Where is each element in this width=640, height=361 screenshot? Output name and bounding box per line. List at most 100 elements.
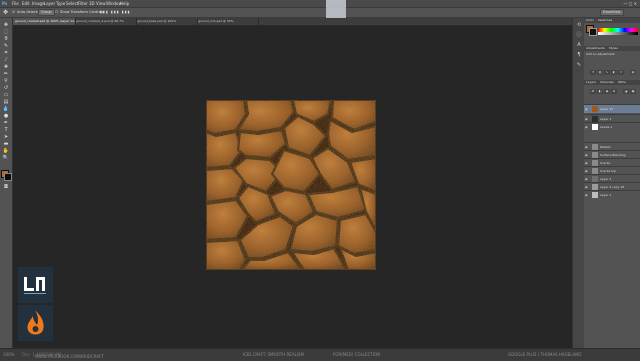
adjustments-title: Add an adjustment <box>586 52 615 56</box>
auto-select-dropdown[interactable]: Group <box>38 9 55 16</box>
character-panel-icon[interactable]: A <box>575 42 583 48</box>
hover-highlight <box>326 0 346 18</box>
color-balance-icon[interactable]: ⚖ <box>590 89 596 94</box>
layer-name: Layer 1 <box>600 193 612 197</box>
ps-logo-icon[interactable]: Ps <box>2 0 7 7</box>
menu-help[interactable]: Help <box>120 0 129 7</box>
auto-select-label: Auto-Select: <box>17 10 39 14</box>
menu-layer[interactable]: Layer <box>44 0 55 7</box>
color-panel-tabs: Color Swatches <box>584 18 640 23</box>
marquee-tool-icon[interactable]: ⬚ <box>2 29 10 35</box>
eyedropper-icon[interactable]: ⁄ <box>2 57 10 63</box>
menu-edit[interactable]: Edit <box>22 0 30 7</box>
flame-logo <box>18 305 53 341</box>
background-color-swatch[interactable] <box>4 173 12 181</box>
options-bar: ✥ ☑ Auto-Select: Group ☐ Show Transform … <box>0 8 640 18</box>
menu-type[interactable]: Type <box>56 0 65 7</box>
visibility-eye-icon[interactable]: ◉ <box>585 123 588 131</box>
move-tool-icon[interactable]: ✥ <box>3 9 8 16</box>
curves-icon[interactable]: ∿ <box>604 70 610 75</box>
channel-logo-icon <box>24 277 46 294</box>
layer-row[interactable]: ◉ Layer 1 <box>584 190 640 199</box>
brush-tool-icon[interactable]: ✏ <box>2 71 10 77</box>
shape-tool-icon[interactable]: ▬ <box>2 141 10 147</box>
brush-panel-icon[interactable]: ✎ <box>575 62 583 68</box>
tab-swatches[interactable]: Swatches <box>596 18 614 23</box>
healing-brush-icon[interactable]: ✚ <box>2 64 10 70</box>
layer-mask-thumbnail <box>592 124 598 130</box>
zoom-tool-icon[interactable]: 🔍 <box>2 155 10 161</box>
workspace-switcher[interactable]: Essentials <box>600 9 624 16</box>
properties-panel-icon[interactable]: ⓘ <box>575 32 583 38</box>
layers-panel-tabs: Layers Channels Paths <box>584 80 640 85</box>
status-bar: 100% Doc: 1.46M/196.8M WWW.FACEBOOK.COM/… <box>0 348 640 361</box>
layer-thumbnail <box>592 192 598 198</box>
tab-color[interactable]: Color <box>584 18 596 23</box>
tab-adjustments[interactable]: Adjustments <box>584 46 607 51</box>
eraser-tool-icon[interactable]: ▭ <box>2 92 10 98</box>
levels-icon[interactable]: ▥ <box>597 70 603 75</box>
align-buttons[interactable]: ▮▮▮ ▮▮▮ ▮▮▮ <box>100 9 131 16</box>
document-tab-bar: ground_cracked.psd @ 100% (Layer 12, RGB… <box>12 18 572 26</box>
tab-styles[interactable]: Styles <box>607 46 620 51</box>
menu-file[interactable]: File <box>12 0 19 7</box>
window-controls[interactable]: — ▢ ✕ <box>623 1 637 6</box>
document-canvas[interactable] <box>206 100 376 270</box>
vibrance-icon[interactable]: ▽ <box>618 70 624 75</box>
document-tab[interactable]: ground_base.psd @ 100% <box>134 18 198 25</box>
quick-mask-icon[interactable]: ◘ <box>2 184 10 190</box>
photo-filter-icon[interactable]: ◉ <box>604 89 610 94</box>
move-tool-icon[interactable]: ✥ <box>2 22 10 28</box>
gradient-tool-icon[interactable]: ▤ <box>2 99 10 105</box>
menu-3d[interactable]: 3D <box>89 0 95 7</box>
zoom-level[interactable]: 100% <box>3 349 14 361</box>
document-tab[interactable]: ground_mix.psd @ 50% <box>195 18 259 25</box>
history-brush-icon[interactable]: ↺ <box>2 85 10 91</box>
gray-ramp-bar[interactable] <box>598 32 638 35</box>
invert-icon[interactable]: ◪ <box>623 89 630 94</box>
document-tab-active[interactable]: ground_cracked.psd @ 100% (Layer 12, RGB… <box>12 18 76 25</box>
dodge-tool-icon[interactable]: ● <box>2 113 10 119</box>
show-transform-checkbox[interactable]: ☐ <box>55 9 58 16</box>
document-tab[interactable]: ground_cracked_2.psd @ 66.7% <box>73 18 137 25</box>
hand-tool-icon[interactable]: ✋ <box>2 148 10 154</box>
menu-select[interactable]: Select <box>66 0 78 7</box>
tab-layers[interactable]: Layers <box>584 80 598 85</box>
panel-background-swatch[interactable] <box>589 28 597 36</box>
lasso-tool-icon[interactable]: ϑ <box>2 36 10 42</box>
tab-paths[interactable]: Paths <box>616 80 628 85</box>
brightness-icon[interactable]: ☀ <box>590 70 596 75</box>
layer-name: Layer 12 <box>600 107 614 111</box>
series-subtitle: FOR(MED) COLLECTION <box>333 352 381 357</box>
clone-stamp-icon[interactable]: ⚲ <box>2 78 10 84</box>
pen-tool-icon[interactable]: ✒ <box>2 120 10 126</box>
type-tool-icon[interactable]: T <box>2 127 10 133</box>
menu-bar: Ps File Edit Image Layer Type Select Fil… <box>0 0 640 8</box>
menu-filter[interactable]: Filter <box>78 0 88 7</box>
channel-logo <box>18 267 53 303</box>
crop-tool-icon[interactable]: ⌗ <box>2 50 10 56</box>
posterize-icon[interactable]: ▦ <box>630 89 637 94</box>
menu-view[interactable]: View <box>96 0 106 7</box>
layer-row-selected[interactable]: ◉ Layer 12 <box>584 104 640 113</box>
visibility-eye-icon[interactable]: ◉ <box>585 105 588 113</box>
quick-select-icon[interactable]: ✎ <box>2 43 10 49</box>
auto-select-checkbox[interactable]: ☑ <box>12 9 15 16</box>
exposure-icon[interactable]: ◐ <box>611 70 617 75</box>
layer-thumbnail <box>592 106 598 112</box>
layer-row[interactable]: ◉ Levels 1 <box>584 122 640 131</box>
author-credit: GOOGLE PLUS | THOMAS HAGELAND <box>508 352 582 357</box>
menu-image[interactable]: Image <box>32 0 45 7</box>
hue-saturation-icon[interactable]: ▤ <box>630 70 637 75</box>
black-white-icon[interactable]: ◧ <box>597 89 603 94</box>
channel-mixer-icon[interactable]: ⊕ <box>611 89 617 94</box>
history-panel-icon[interactable]: ⟲ <box>575 22 583 28</box>
layer-name: Levels 1 <box>600 125 613 129</box>
flame-logo-icon <box>27 310 44 335</box>
paragraph-panel-icon[interactable]: ¶ <box>575 52 583 58</box>
path-select-icon[interactable]: ➤ <box>2 134 10 140</box>
tab-channels[interactable]: Channels <box>598 80 616 85</box>
blur-tool-icon[interactable]: 💧 <box>2 106 10 112</box>
panels-dock: Color Swatches Adjustments Styles Add an a… <box>584 18 640 348</box>
visibility-eye-icon[interactable]: ◉ <box>585 191 588 199</box>
